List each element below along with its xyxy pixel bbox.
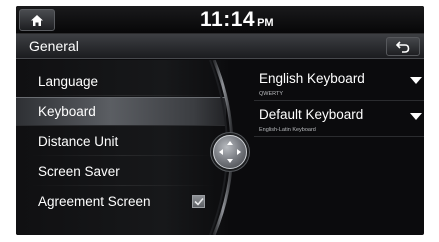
status-bar: 11:14 PM <box>16 6 424 34</box>
option-row-default-keyboard[interactable]: Default Keyboard English-Latin Keyboard <box>254 104 424 137</box>
menu-item-keyboard[interactable]: Keyboard <box>16 97 226 126</box>
option-subtitle: English-Latin Keyboard <box>259 127 316 133</box>
menu-item-language[interactable]: Language <box>16 67 226 96</box>
menu-item-label: Distance Unit <box>38 134 119 149</box>
joystick-dpad[interactable] <box>213 135 247 169</box>
back-arrow-icon <box>396 40 410 53</box>
option-row-keyboard-layout[interactable]: English Keyboard QWERTY <box>254 68 424 101</box>
clock-time: 11:14 <box>200 8 256 31</box>
menu-item-label: Language <box>38 74 99 89</box>
menu-item-label: Screen Saver <box>38 164 120 179</box>
divider <box>254 136 424 137</box>
divider <box>30 155 216 156</box>
dropdown-arrow-icon <box>410 77 422 84</box>
option-title: Default Keyboard <box>259 107 364 122</box>
back-button[interactable] <box>386 37 420 56</box>
head-unit-screen: 11:14 PM General Language Keyboard Dista… <box>16 6 424 235</box>
title-bar: General <box>16 34 424 59</box>
divider <box>254 100 424 101</box>
home-icon <box>31 14 43 26</box>
menu-item-screen-saver[interactable]: Screen Saver <box>16 157 226 186</box>
menu-item-agreement-screen[interactable]: Agreement Screen <box>16 187 226 216</box>
settings-menu: Language Keyboard Distance Unit Screen S… <box>16 60 228 235</box>
menu-item-label: Agreement Screen <box>38 194 151 209</box>
menu-item-label: Keyboard <box>38 104 96 119</box>
option-subtitle: QWERTY <box>259 91 284 97</box>
menu-item-distance-unit[interactable]: Distance Unit <box>16 127 226 156</box>
option-title: English Keyboard <box>259 71 365 86</box>
divider <box>30 95 216 96</box>
checkmark-icon <box>193 197 204 206</box>
clock: 11:14 PM <box>200 8 274 32</box>
joystick-dpad-icon <box>219 141 241 163</box>
keyboard-options-panel: English Keyboard QWERTY Default Keyboard… <box>254 60 424 235</box>
clock-ampm: PM <box>257 17 274 29</box>
dropdown-arrow-icon <box>410 113 422 120</box>
agreement-screen-checkbox[interactable] <box>192 195 205 208</box>
page-title: General <box>29 38 79 54</box>
divider <box>30 185 216 186</box>
home-button[interactable] <box>19 9 55 31</box>
